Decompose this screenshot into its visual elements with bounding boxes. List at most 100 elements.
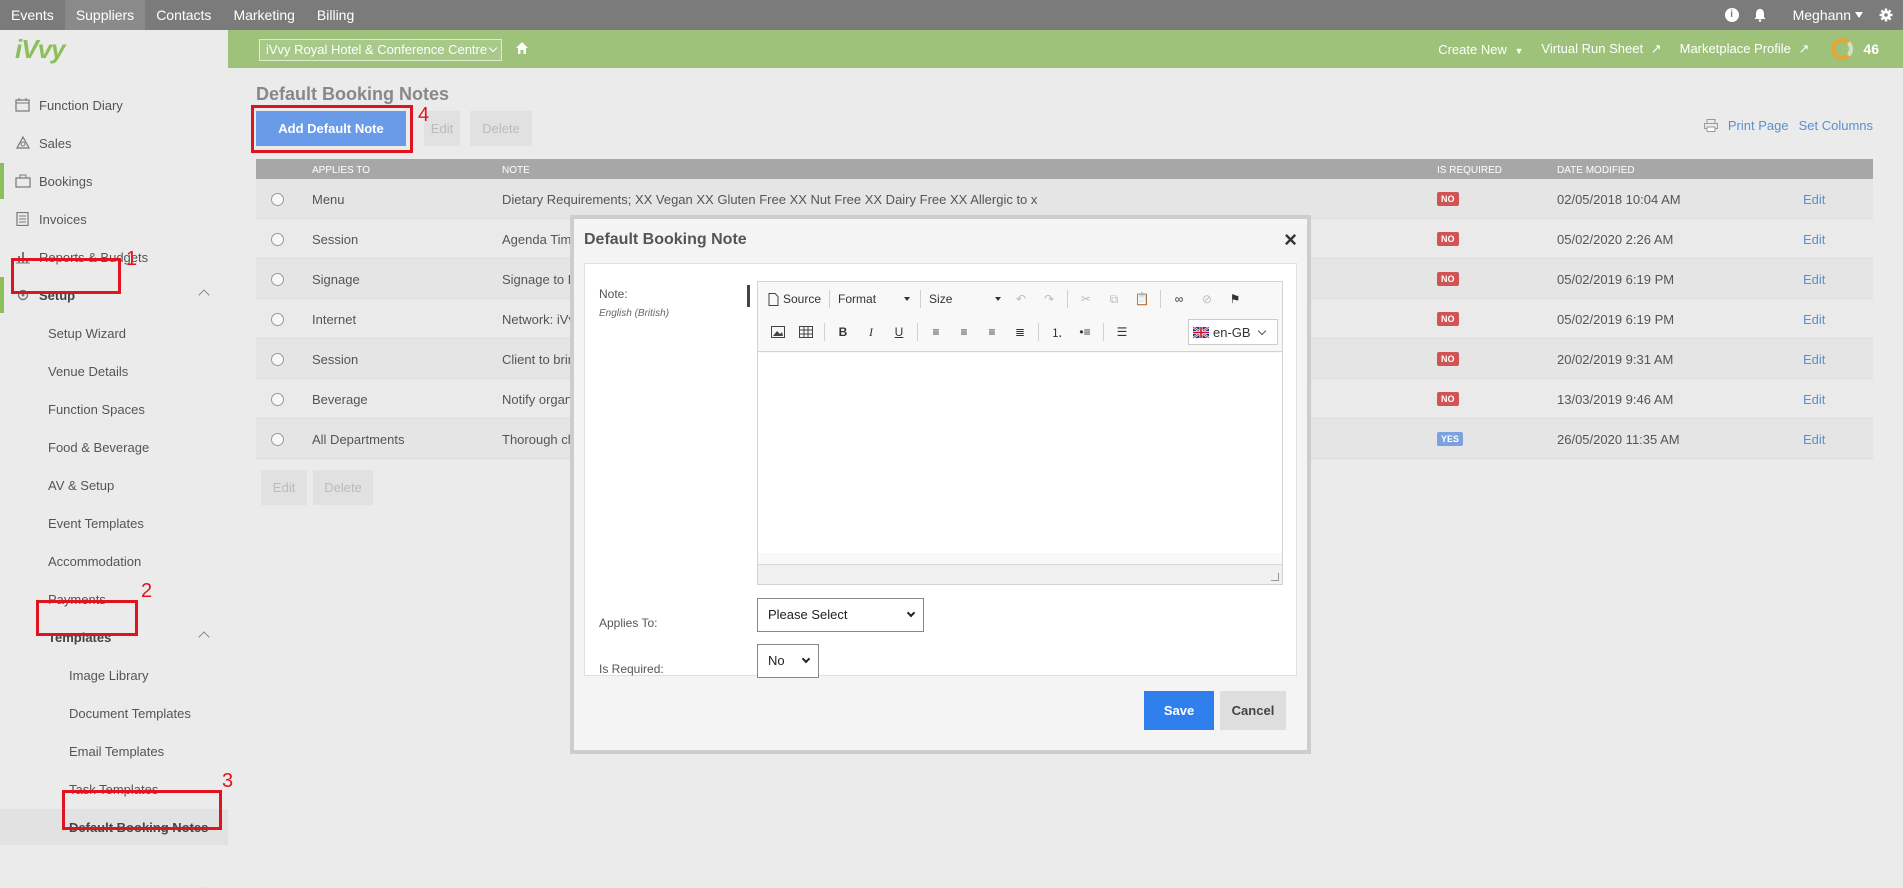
sidebar-item-invoices[interactable]: Invoices xyxy=(0,201,228,237)
venue-select[interactable]: iVvy Royal Hotel & Conference Centre xyxy=(259,39,502,61)
row-radio[interactable] xyxy=(271,193,284,206)
language-select[interactable]: en-GB xyxy=(1188,319,1278,345)
row-edit-link[interactable]: Edit xyxy=(1803,312,1825,327)
sidebar-item-label: Sales xyxy=(39,135,72,151)
sidebar-item-document-templates[interactable]: Document Templates xyxy=(0,695,228,731)
sidebar-item-sales[interactable]: Sales xyxy=(0,125,228,161)
ivvy-logo[interactable]: iVvy xyxy=(15,34,65,65)
row-edit-link[interactable]: Edit xyxy=(1803,272,1825,287)
bold-button[interactable]: B xyxy=(833,322,853,342)
top-navigation-bar: Events Suppliers Contacts Marketing Bill… xyxy=(0,0,1903,30)
settings-icon[interactable] xyxy=(1879,8,1893,22)
create-new-dropdown[interactable]: Create New ▼ xyxy=(1438,42,1523,57)
sidebar-item-function-diary[interactable]: Function Diary xyxy=(0,87,228,123)
bottom-edit-button[interactable]: Edit xyxy=(261,470,307,505)
cut-icon[interactable]: ✂ xyxy=(1076,289,1096,309)
user-menu[interactable]: Meghann xyxy=(1793,7,1851,23)
sidebar-item-function-spaces[interactable]: Function Spaces xyxy=(0,391,228,427)
horizontal-rule-icon[interactable]: ☰ xyxy=(1112,322,1132,342)
chevron-down-icon[interactable] xyxy=(1855,12,1863,18)
top-nav-contacts[interactable]: Contacts xyxy=(145,0,222,30)
column-header-date-modified[interactable]: Date Modified xyxy=(1557,165,1635,176)
collapse-sidebar-icon[interactable]: « xyxy=(200,882,209,888)
sidebar-item-setup-wizard[interactable]: Setup Wizard xyxy=(0,315,228,351)
table-row[interactable]: Menu Dietary Requirements; XX Vegan XX G… xyxy=(256,179,1873,219)
row-edit-link[interactable]: Edit xyxy=(1803,432,1825,447)
column-header-note[interactable]: Note xyxy=(502,165,530,176)
chevron-down-icon xyxy=(906,608,916,618)
toolbar-separator xyxy=(920,290,922,308)
external-link-icon: ↗ xyxy=(1650,41,1662,56)
row-radio[interactable] xyxy=(271,233,284,246)
redo-icon[interactable]: ↷ xyxy=(1039,289,1059,309)
row-edit-link[interactable]: Edit xyxy=(1803,192,1825,207)
sidebar-item-email-templates[interactable]: Email Templates xyxy=(0,733,228,769)
paste-icon[interactable]: 📋 xyxy=(1132,289,1152,309)
row-edit-link[interactable]: Edit xyxy=(1803,392,1825,407)
row-radio[interactable] xyxy=(271,353,284,366)
top-nav-suppliers[interactable]: Suppliers xyxy=(64,0,146,30)
chevron-up-icon xyxy=(198,289,210,301)
page-actions: Print Page Set Columns xyxy=(1703,118,1873,133)
sidebar-item-food-beverage[interactable]: Food & Beverage xyxy=(0,429,228,465)
delete-button[interactable]: Delete xyxy=(470,111,532,146)
source-button[interactable]: Source xyxy=(768,289,821,309)
virtual-run-sheet-link[interactable]: Virtual Run Sheet ↗ xyxy=(1541,41,1661,57)
unlink-icon[interactable]: ⊘ xyxy=(1197,289,1217,309)
undo-icon[interactable]: ↶ xyxy=(1011,289,1031,309)
print-page-link[interactable]: Print Page xyxy=(1728,118,1789,133)
top-nav-events[interactable]: Events xyxy=(0,0,65,30)
sidebar-item-accommodation[interactable]: Accommodation xyxy=(0,543,228,579)
sidebar-item-image-library[interactable]: Image Library xyxy=(0,657,228,693)
align-center-icon[interactable]: ≡ xyxy=(954,322,974,342)
score-ring-icon[interactable] xyxy=(1831,38,1854,60)
row-radio[interactable] xyxy=(271,313,284,326)
row-edit-link[interactable]: Edit xyxy=(1803,352,1825,367)
size-dropdown[interactable]: Size xyxy=(929,289,1002,309)
required-badge: NO xyxy=(1437,352,1459,366)
bulleted-list-icon[interactable]: •≡ xyxy=(1075,322,1095,342)
home-icon[interactable] xyxy=(515,41,529,55)
table-icon[interactable] xyxy=(796,322,816,342)
cell-note: Client to brin xyxy=(502,352,575,367)
printer-icon[interactable] xyxy=(1703,119,1718,132)
annotation-number-2: 2 xyxy=(141,580,153,602)
format-dropdown[interactable]: Format xyxy=(838,289,911,309)
info-icon[interactable]: i xyxy=(1724,8,1739,22)
sidebar-item-event-templates[interactable]: Event Templates xyxy=(0,505,228,541)
align-left-icon[interactable]: ≡ xyxy=(926,322,946,342)
set-columns-link[interactable]: Set Columns xyxy=(1799,118,1873,133)
save-button[interactable]: Save xyxy=(1144,691,1214,730)
row-radio[interactable] xyxy=(271,273,284,286)
bell-icon[interactable] xyxy=(1753,8,1767,22)
sidebar-item-bookings[interactable]: Bookings xyxy=(0,163,228,199)
edit-button[interactable]: Edit xyxy=(424,111,460,146)
resize-handle-icon[interactable] xyxy=(1271,573,1279,581)
bottom-delete-button[interactable]: Delete xyxy=(313,470,373,505)
cancel-button[interactable]: Cancel xyxy=(1220,691,1286,730)
chevron-down-icon xyxy=(801,654,811,664)
top-nav-billing[interactable]: Billing xyxy=(306,0,365,30)
row-radio[interactable] xyxy=(271,393,284,406)
align-justify-icon[interactable]: ≣ xyxy=(1010,322,1030,342)
close-icon[interactable]: × xyxy=(1284,227,1297,253)
anchor-flag-icon[interactable]: ⚑ xyxy=(1225,289,1245,309)
marketplace-profile-link[interactable]: Marketplace Profile ↗ xyxy=(1680,41,1810,57)
applies-to-select[interactable]: Please Select xyxy=(757,598,924,632)
top-nav-marketing[interactable]: Marketing xyxy=(222,0,305,30)
note-editor-content[interactable] xyxy=(758,353,1282,553)
align-right-icon[interactable]: ≡ xyxy=(982,322,1002,342)
underline-button[interactable]: U xyxy=(889,322,909,342)
image-icon[interactable] xyxy=(768,322,788,342)
column-header-applies-to[interactable]: Applies To xyxy=(312,165,370,176)
sidebar-item-av-setup[interactable]: AV & Setup xyxy=(0,467,228,503)
is-required-select[interactable]: No xyxy=(757,644,819,678)
copy-icon[interactable]: ⧉ xyxy=(1104,289,1124,309)
italic-button[interactable]: I xyxy=(861,322,881,342)
row-radio[interactable] xyxy=(271,433,284,446)
link-icon[interactable]: ∞ xyxy=(1169,289,1189,309)
column-header-is-required[interactable]: Is Required xyxy=(1437,165,1502,176)
row-edit-link[interactable]: Edit xyxy=(1803,232,1825,247)
sidebar-item-venue-details[interactable]: Venue Details xyxy=(0,353,228,389)
numbered-list-icon[interactable]: ⒈ xyxy=(1047,322,1067,342)
